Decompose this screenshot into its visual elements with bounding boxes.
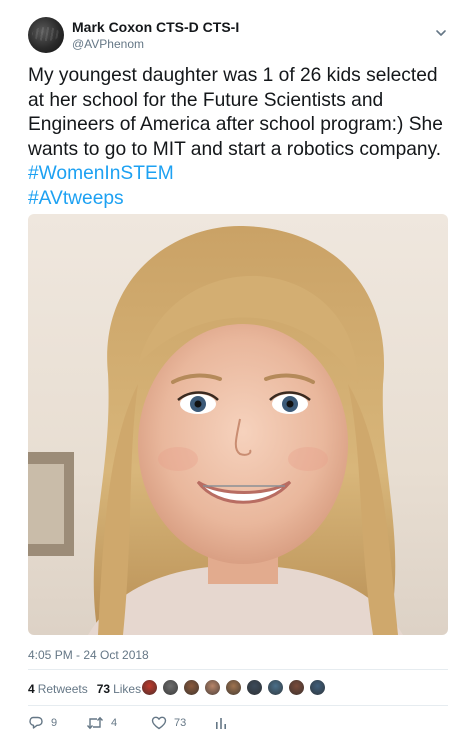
author-handle[interactable]: @AVPhenom (72, 37, 144, 51)
engagement-stats: 4 Retweets 73 Likes (28, 679, 150, 699)
tweet-photo[interactable] (28, 214, 448, 635)
liker-avatar[interactable] (141, 679, 158, 696)
liker-avatar[interactable] (309, 679, 326, 696)
heart-icon (151, 716, 167, 730)
tweet-text: My youngest daughter was 1 of 26 kids se… (28, 64, 448, 211)
liker-avatar[interactable] (288, 679, 305, 696)
author-name[interactable]: Mark Coxon CTS-D CTS-I (72, 19, 239, 35)
hashtag-link[interactable]: #AVtweeps (28, 188, 124, 209)
avatar[interactable] (28, 17, 64, 53)
tweet-body: My youngest daughter was 1 of 26 kids se… (28, 65, 443, 160)
retweets-label: Retweets (37, 682, 88, 696)
tweet-card: Mark Coxon CTS-D CTS-I @AVPhenom My youn… (0, 0, 473, 746)
likes-stat[interactable]: 73 Likes (97, 682, 141, 696)
liker-avatar[interactable] (225, 679, 242, 696)
analytics-button[interactable] (213, 715, 271, 731)
likes-label: Likes (113, 682, 142, 696)
retweet-count: 4 (111, 717, 118, 729)
retweet-icon (86, 716, 104, 730)
divider (28, 669, 448, 670)
liker-avatar[interactable] (204, 679, 221, 696)
liker-avatar[interactable] (246, 679, 263, 696)
divider (28, 705, 448, 706)
liker-avatar[interactable] (183, 679, 200, 696)
like-count: 73 (174, 717, 187, 729)
liker-avatar[interactable] (162, 679, 179, 696)
like-button[interactable]: 73 (151, 715, 213, 731)
chevron-down-icon[interactable] (434, 26, 448, 40)
hashtag-link[interactable]: #WomenInSTEM (28, 163, 174, 184)
photo-illustration (28, 225, 403, 635)
tweet-actions: 9 4 73 (28, 712, 271, 734)
likes-count: 73 (96, 682, 111, 696)
liker-avatar[interactable] (267, 679, 284, 696)
liker-avatars (141, 679, 330, 699)
analytics-icon (216, 718, 226, 729)
reply-icon (29, 716, 43, 729)
retweets-stat[interactable]: 4 Retweets (28, 682, 88, 696)
reply-count: 9 (51, 717, 58, 729)
tweet-timestamp[interactable]: 4:05 PM - 24 Oct 2018 (28, 648, 149, 662)
retweets-count: 4 (28, 682, 35, 696)
reply-button[interactable]: 9 (28, 715, 86, 731)
retweet-button[interactable]: 4 (86, 715, 151, 731)
